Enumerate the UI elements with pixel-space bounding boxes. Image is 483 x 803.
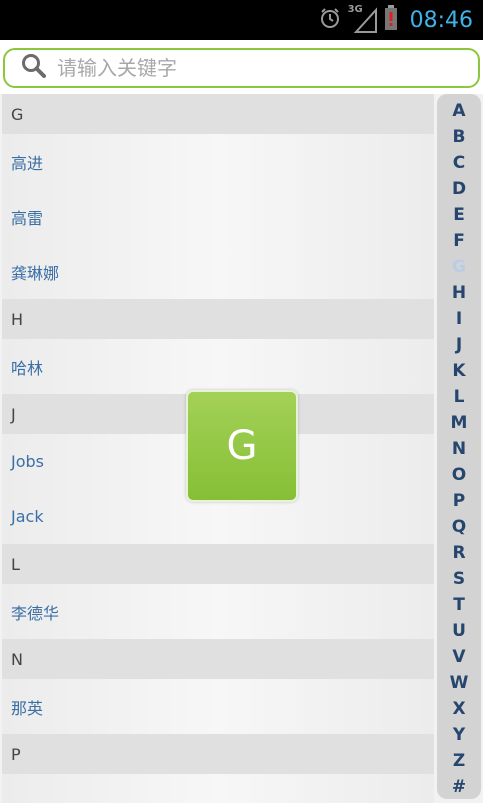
index-letter[interactable]: F	[444, 228, 474, 254]
index-letter-label: S	[452, 569, 466, 589]
index-letter-label: M	[450, 413, 468, 433]
contact-item[interactable]: 哈林	[2, 339, 434, 394]
index-letter-label: T	[453, 595, 465, 615]
index-letter[interactable]: #	[444, 774, 474, 800]
index-letter-label: L	[453, 387, 465, 407]
index-letter[interactable]: N	[444, 436, 474, 462]
index-letter[interactable]: E	[444, 202, 474, 228]
search-input[interactable]	[57, 56, 457, 80]
index-letter[interactable]: A	[444, 98, 474, 124]
search-bar	[0, 40, 483, 94]
index-letter[interactable]: Z	[444, 748, 474, 774]
index-letter[interactable]: S	[444, 566, 474, 592]
index-letter-label: U	[452, 621, 466, 641]
signal-3g-icon: 3G	[348, 4, 378, 34]
status-icons: 3G 08:46	[318, 0, 473, 40]
index-letter-label: K	[452, 361, 466, 381]
contact-item[interactable]: 高进	[2, 134, 434, 189]
index-letter[interactable]: T	[444, 592, 474, 618]
index-letter-label: V	[452, 647, 466, 667]
search-box[interactable]	[3, 48, 480, 88]
index-letter[interactable]: B	[444, 124, 474, 150]
index-letter[interactable]: G	[443, 251, 477, 285]
search-icon	[21, 53, 47, 83]
status-bar: 3G 08:46	[0, 0, 483, 40]
letter-overlay: G	[186, 390, 298, 502]
index-letter[interactable]: R	[444, 540, 474, 566]
index-letter[interactable]: H	[444, 280, 474, 306]
index-letter[interactable]: P	[444, 488, 474, 514]
index-letter-label: B	[452, 127, 466, 147]
index-letter[interactable]: M	[444, 410, 474, 436]
index-letter-label: O	[451, 465, 467, 485]
section-header: H	[2, 299, 434, 339]
index-letter-label: J	[455, 335, 463, 355]
index-letter-label: X	[452, 699, 466, 719]
index-letter-label: Q	[451, 517, 467, 537]
index-letter[interactable]: K	[444, 358, 474, 384]
section-header: N	[2, 639, 434, 679]
overlay-letter: G	[226, 423, 258, 469]
index-letter-label: P	[452, 491, 466, 511]
contact-item[interactable]: 李德华	[2, 584, 434, 639]
alphabet-index[interactable]: A B C D E F G H I J K L M N O P Q R S T U V W X Y Z #	[437, 94, 481, 799]
index-letter[interactable]: Y	[444, 722, 474, 748]
index-letter-label: N	[451, 439, 467, 459]
index-letter-label: G	[452, 257, 466, 277]
index-letter-label: Y	[452, 725, 466, 745]
index-letter-label: F	[453, 231, 465, 251]
section-header: L	[2, 544, 434, 584]
index-letter-label: A	[452, 101, 466, 121]
index-letter[interactable]: O	[444, 462, 474, 488]
contact-item[interactable]: 高雷	[2, 189, 434, 244]
battery-low-icon	[384, 5, 398, 35]
index-letter[interactable]: V	[444, 644, 474, 670]
index-letter-label: D	[451, 179, 467, 199]
index-letter-label: Z	[452, 751, 466, 771]
index-letter-label: I	[455, 309, 463, 329]
alarm-icon	[318, 6, 342, 34]
index-letter[interactable]: L	[444, 384, 474, 410]
section-header: G	[2, 94, 434, 134]
index-letter[interactable]: U	[444, 618, 474, 644]
contact-item[interactable]: 那英	[2, 679, 434, 734]
index-letter-label: W	[449, 673, 469, 693]
clock: 08:46	[409, 7, 473, 33]
index-letter-label: E	[453, 205, 465, 225]
index-letter[interactable]: I	[444, 306, 474, 332]
index-letter[interactable]: Q	[444, 514, 474, 540]
index-letter[interactable]: C	[444, 150, 474, 176]
index-letter[interactable]: J	[444, 332, 474, 358]
index-letter-label: H	[451, 283, 467, 303]
index-letter[interactable]: X	[444, 696, 474, 722]
index-letter-label: #	[451, 777, 467, 797]
section-header: P	[2, 734, 434, 774]
index-letter-label: R	[452, 543, 466, 563]
contact-item[interactable]: 龚琳娜	[2, 244, 434, 299]
index-letter[interactable]: D	[444, 176, 474, 202]
index-letter[interactable]: W	[444, 670, 474, 696]
index-letter-label: C	[452, 153, 466, 173]
